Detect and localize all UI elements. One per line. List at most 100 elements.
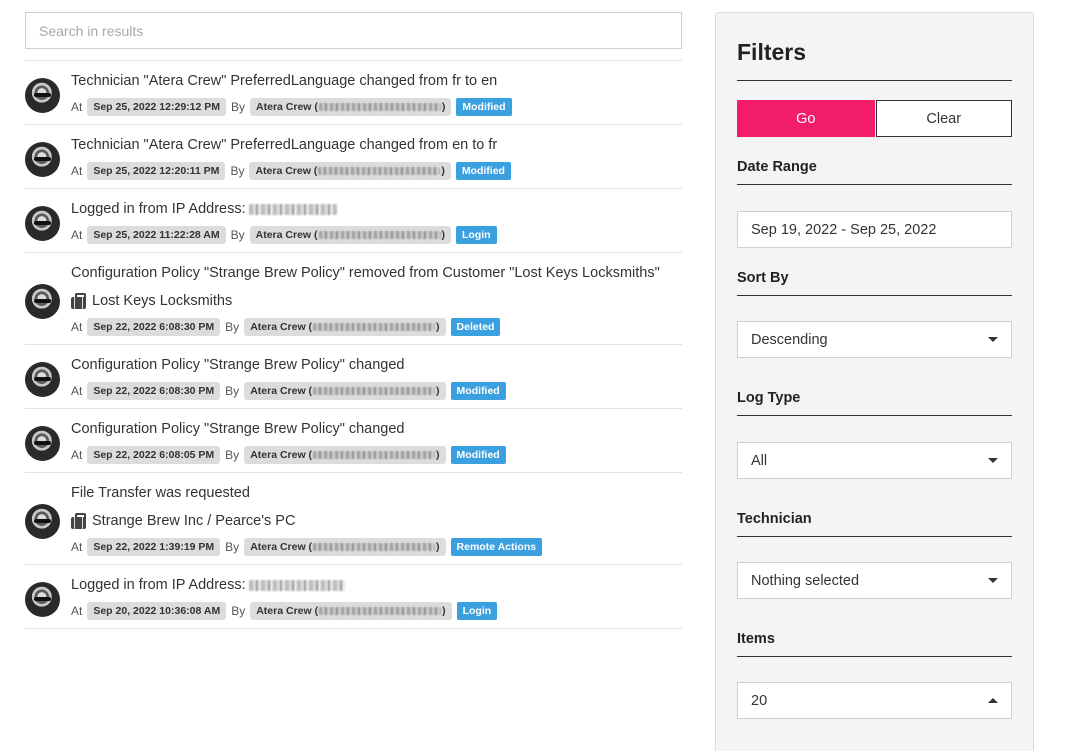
redacted-email: [318, 231, 441, 239]
chevron-down-icon: [988, 458, 998, 463]
technician-label: Technician: [737, 511, 1012, 537]
log-type-badge: Modified: [450, 382, 506, 400]
date-chip: Sep 25, 2022 11:22:28 AM: [87, 226, 226, 244]
log-type-badge: Modified: [456, 98, 512, 116]
technician-name-end: ): [436, 385, 440, 397]
at-label: At: [71, 320, 83, 334]
avatar: [25, 582, 60, 617]
technician-name-end: ): [436, 321, 440, 333]
technician-chip: Atera Crew (): [250, 98, 452, 116]
avatar: [25, 362, 60, 397]
redacted-email: [319, 607, 442, 615]
log-type-label: Log Type: [737, 390, 1012, 416]
avatar: [25, 284, 60, 319]
clear-button[interactable]: Clear: [875, 100, 1012, 137]
search-input[interactable]: [25, 12, 682, 49]
items-select[interactable]: 20: [737, 682, 1012, 719]
log-title-text: Logged in from IP Address:: [71, 577, 246, 593]
list-item: File Transfer was requested Strange Brew…: [25, 473, 682, 565]
log-meta: At Sep 25, 2022 11:22:28 AM By Atera Cre…: [71, 226, 682, 244]
technician-name-end: ): [441, 229, 446, 241]
customer-name: Strange Brew Inc / Pearce's PC: [92, 513, 296, 529]
log-meta: At Sep 25, 2022 12:29:12 PM By Atera Cre…: [71, 98, 682, 116]
date-chip: Sep 25, 2022 12:29:12 PM: [87, 98, 227, 116]
by-label: By: [225, 540, 240, 554]
date-chip: Sep 25, 2022 12:20:11 PM: [87, 162, 226, 180]
technician-chip: Atera Crew (): [244, 538, 446, 556]
avatar: [25, 426, 60, 461]
go-button[interactable]: Go: [737, 100, 875, 137]
avatar: [25, 504, 60, 539]
technician-chip: Atera Crew (): [244, 382, 446, 400]
list-item: Logged in from IP Address: At Sep 25, 20…: [25, 189, 682, 253]
list-item: Technician "Atera Crew" PreferredLanguag…: [25, 125, 682, 189]
log-meta: At Sep 25, 2022 12:20:11 PM By Atera Cre…: [71, 162, 682, 180]
date-chip: Sep 22, 2022 1:39:19 PM: [87, 538, 221, 556]
redacted-email: [318, 103, 441, 111]
log-type-value: All: [751, 452, 768, 469]
by-label: By: [231, 604, 246, 618]
redacted-ip: [248, 203, 337, 215]
date-chip: Sep 22, 2022 6:08:30 PM: [87, 382, 221, 400]
log-title: Configuration Policy "Strange Brew Polic…: [71, 265, 660, 281]
at-label: At: [71, 604, 83, 618]
chevron-up-icon: [988, 698, 998, 703]
technician-name: Atera Crew (: [255, 229, 318, 241]
log-type-badge: Remote Actions: [450, 538, 543, 556]
avatar: [25, 206, 60, 241]
redacted-email: [313, 323, 436, 331]
technician-chip: Atera Crew (): [250, 602, 452, 620]
log-type-badge: Deleted: [450, 318, 501, 336]
at-label: At: [71, 540, 83, 554]
technician-name: Atera Crew (: [256, 605, 319, 617]
date-range-value: Sep 19, 2022 - Sep 25, 2022: [751, 221, 937, 238]
avatar: [25, 142, 60, 177]
technician-chip: Atera Crew (): [249, 162, 451, 180]
by-label: By: [230, 228, 245, 242]
date-range-input[interactable]: Sep 19, 2022 - Sep 25, 2022: [737, 211, 1012, 248]
activity-log-list: Technician "Atera Crew" PreferredLanguag…: [25, 60, 682, 629]
sort-by-select[interactable]: Descending: [737, 321, 1012, 358]
technician-value: Nothing selected: [751, 572, 860, 589]
redacted-email: [313, 451, 436, 459]
log-type-badge: Modified: [455, 162, 511, 180]
technician-name: Atera Crew (: [250, 541, 313, 553]
at-label: At: [71, 384, 83, 398]
log-title: Configuration Policy "Strange Brew Polic…: [71, 421, 405, 437]
technician-name: Atera Crew (: [250, 449, 313, 461]
list-item: Configuration Policy "Strange Brew Polic…: [25, 345, 682, 409]
customer-line: Strange Brew Inc / Pearce's PC: [71, 510, 682, 532]
briefcase-icon: [71, 292, 86, 309]
sort-by-label: Sort By: [737, 270, 1012, 296]
log-title-text: Logged in from IP Address:: [71, 201, 246, 217]
at-label: At: [71, 448, 83, 462]
customer-name: Lost Keys Locksmiths: [92, 293, 233, 309]
at-label: At: [71, 164, 83, 178]
items-value: 20: [751, 692, 768, 709]
technician-chip: Atera Crew (): [249, 226, 451, 244]
technician-name-end: ): [441, 165, 445, 177]
customer-line: Lost Keys Locksmiths: [71, 290, 682, 312]
chevron-down-icon: [988, 337, 998, 342]
technician-name-end: ): [442, 605, 446, 617]
technician-name-end: ): [436, 449, 440, 461]
redacted-email: [318, 167, 441, 175]
by-label: By: [225, 384, 240, 398]
log-meta: At Sep 22, 2022 1:39:19 PM By Atera Crew…: [71, 538, 682, 556]
log-title: Technician "Atera Crew" PreferredLanguag…: [71, 137, 498, 153]
date-chip: Sep 22, 2022 6:08:05 PM: [87, 446, 221, 464]
technician-select[interactable]: Nothing selected: [737, 562, 1012, 599]
log-type-badge: Login: [456, 226, 497, 244]
log-meta: At Sep 22, 2022 6:08:30 PM By Atera Crew…: [71, 318, 682, 336]
technician-name: Atera Crew (: [250, 321, 313, 333]
log-type-badge: Login: [456, 602, 498, 620]
redacted-ip: [248, 579, 345, 591]
redacted-email: [313, 387, 436, 395]
log-type-select[interactable]: All: [737, 442, 1012, 479]
briefcase-icon: [71, 512, 86, 529]
log-type-badge: Modified: [450, 446, 506, 464]
by-label: By: [230, 164, 245, 178]
date-chip: Sep 22, 2022 6:08:30 PM: [87, 318, 221, 336]
technician-name-end: ): [436, 541, 440, 553]
items-label: Items: [737, 631, 1012, 657]
